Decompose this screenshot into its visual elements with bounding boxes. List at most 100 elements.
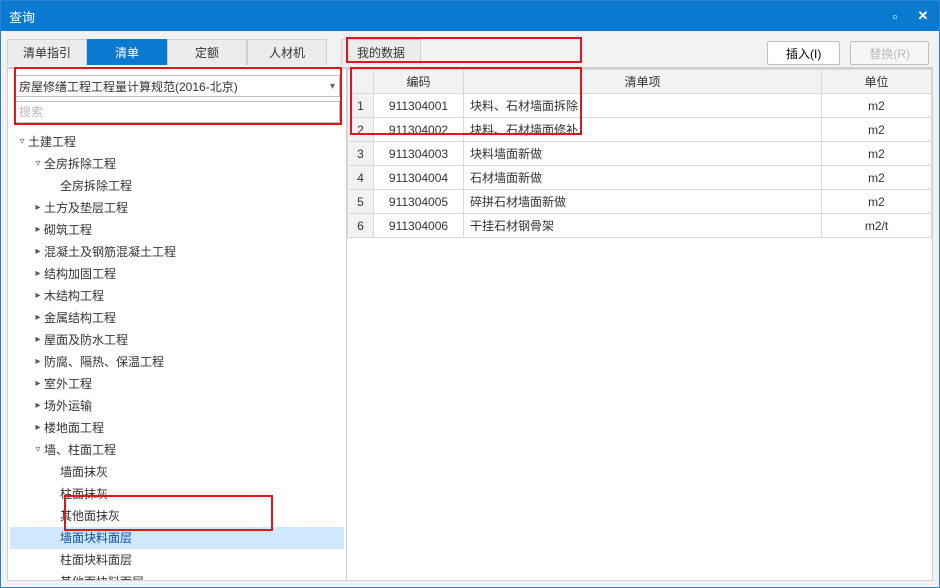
close-icon[interactable]: ✕ [915,8,931,24]
button-row: 插入(I) 替换(R) [767,37,933,65]
chevron-right-icon[interactable]: ▸ [32,307,44,329]
col-header-code: 编码 [374,70,464,94]
row-unit: m2/t [822,214,932,238]
chevron-right-icon[interactable]: ▸ [32,197,44,219]
chevron-right-icon[interactable]: ▸ [32,285,44,307]
replace-button: 替换(R) [850,41,929,65]
norm-combo[interactable]: 房屋修缮工程工程量计算规范(2016-北京) ▾ [14,75,340,97]
table-row[interactable]: 4911304004石材墙面新做m2 [348,166,932,190]
minimize-icon[interactable]: ▫ [887,8,903,24]
chevron-right-icon[interactable]: ▸ [32,373,44,395]
window-title: 查询 [9,7,35,26]
table-row[interactable]: 6911304006干挂石材钢骨架m2/t [348,214,932,238]
row-item: 干挂石材钢骨架 [464,214,822,238]
tree-node-label: 墙、柱面工程 [44,439,116,461]
tree-node[interactable]: ▸楼地面工程 [10,417,344,439]
tree-node-label: 场外运输 [44,395,92,417]
tree-node[interactable]: ▿土建工程 [10,131,344,153]
chevron-down-icon: ▾ [330,81,335,92]
tree-node[interactable]: ▿墙、柱面工程 [10,439,344,461]
row-unit: m2 [822,142,932,166]
search-box[interactable] [14,101,340,123]
chevron-right-icon[interactable]: ▸ [32,351,44,373]
tree-node[interactable]: ▸木结构工程 [10,285,344,307]
tree-node-label: 结构加固工程 [44,263,116,285]
tree-node-label: 土方及垫层工程 [44,197,128,219]
tab-3[interactable]: 人材机 [247,39,327,65]
norm-combo-value: 房屋修缮工程工程量计算规范(2016-北京) [19,78,238,95]
tree-node-label: 混凝土及钢筋混凝土工程 [44,241,176,263]
titlebar: 查询 ▫ ✕ [1,1,939,31]
tab-mydata[interactable]: 我的数据 [341,39,421,65]
chevron-down-icon[interactable]: ▿ [32,439,44,461]
row-num: 5 [348,190,374,214]
search-input[interactable] [19,105,335,119]
tree-node[interactable]: ▸室外工程 [10,373,344,395]
tree-node[interactable]: ▸场外运输 [10,395,344,417]
chevron-right-icon[interactable]: ▸ [32,329,44,351]
tree-node-label: 柱面块料面层 [60,549,132,571]
tree-node-label: 其他面抹灰 [60,505,120,527]
tree-node[interactable]: 墙面抹灰 [10,461,344,483]
row-code: 911304005 [374,190,464,214]
chevron-down-icon[interactable]: ▿ [16,131,28,153]
items-table: 编码 清单项 单位 1911304001块料、石材墙面拆除m2291130400… [347,69,932,238]
row-item: 块料、石材墙面修补 [464,118,822,142]
tree-node-label: 室外工程 [44,373,92,395]
row-num: 4 [348,166,374,190]
chevron-right-icon[interactable]: ▸ [32,219,44,241]
row-unit: m2 [822,166,932,190]
tree-node[interactable]: 墙面块料面层 [10,527,344,549]
tree-node[interactable]: 其他面抹灰 [10,505,344,527]
row-code: 911304006 [374,214,464,238]
tree-node-label: 金属结构工程 [44,307,116,329]
insert-button[interactable]: 插入(I) [767,41,840,65]
tab-1[interactable]: 清单 [87,39,167,65]
table-row[interactable]: 1911304001块料、石材墙面拆除m2 [348,94,932,118]
table-row[interactable]: 5911304005碎拼石材墙面新做m2 [348,190,932,214]
chevron-down-icon[interactable]: ▿ [32,153,44,175]
tree-node[interactable]: 其他面块料面层 [10,571,344,580]
tree-node-label: 墙面抹灰 [60,461,108,483]
row-num: 3 [348,142,374,166]
tree-node[interactable]: 柱面块料面层 [10,549,344,571]
tree-node[interactable]: ▸防腐、隔热、保温工程 [10,351,344,373]
table-header-row: 编码 清单项 单位 [348,70,932,94]
col-header-item: 清单项 [464,70,822,94]
tree-node-label: 全房拆除工程 [60,175,132,197]
tree-node-label: 其他面块料面层 [60,571,144,580]
row-num: 2 [348,118,374,142]
tree-node-label: 全房拆除工程 [44,153,116,175]
chevron-right-icon[interactable]: ▸ [32,263,44,285]
col-header-num [348,70,374,94]
right-pane: 编码 清单项 单位 1911304001块料、石材墙面拆除m2291130400… [347,68,933,581]
tree-node[interactable]: ▸砌筑工程 [10,219,344,241]
tree-node[interactable]: 全房拆除工程 [10,175,344,197]
table-row[interactable]: 3911304003块料墙面新做m2 [348,142,932,166]
row-code: 911304003 [374,142,464,166]
tree-node[interactable]: ▿全房拆除工程 [10,153,344,175]
main-split: 房屋修缮工程工程量计算规范(2016-北京) ▾ ▿土建工程▿全房拆除工程全房拆… [7,67,933,581]
row-unit: m2 [822,118,932,142]
tree-node[interactable]: ▸屋面及防水工程 [10,329,344,351]
tree-node-label: 砌筑工程 [44,219,92,241]
row-item: 碎拼石材墙面新做 [464,190,822,214]
tree-node[interactable]: ▸混凝土及钢筋混凝土工程 [10,241,344,263]
row-code: 911304001 [374,94,464,118]
tree-node[interactable]: ▸结构加固工程 [10,263,344,285]
chevron-right-icon[interactable]: ▸ [32,241,44,263]
table-row[interactable]: 2911304002块料、石材墙面修补m2 [348,118,932,142]
tree-node-label: 屋面及防水工程 [44,329,128,351]
tree-node[interactable]: ▸金属结构工程 [10,307,344,329]
chevron-right-icon[interactable]: ▸ [32,395,44,417]
tree-node[interactable]: ▸土方及垫层工程 [10,197,344,219]
tab-2[interactable]: 定额 [167,39,247,65]
tree-node-label: 柱面抹灰 [60,483,108,505]
tree-node[interactable]: 柱面抹灰 [10,483,344,505]
row-item: 石材墙面新做 [464,166,822,190]
tree-node-label: 木结构工程 [44,285,104,307]
chevron-right-icon[interactable]: ▸ [32,417,44,439]
top-row: 清单指引清单定额人材机 我的数据 插入(I) 替换(R) [7,37,933,65]
tab-0[interactable]: 清单指引 [7,39,87,65]
row-unit: m2 [822,94,932,118]
